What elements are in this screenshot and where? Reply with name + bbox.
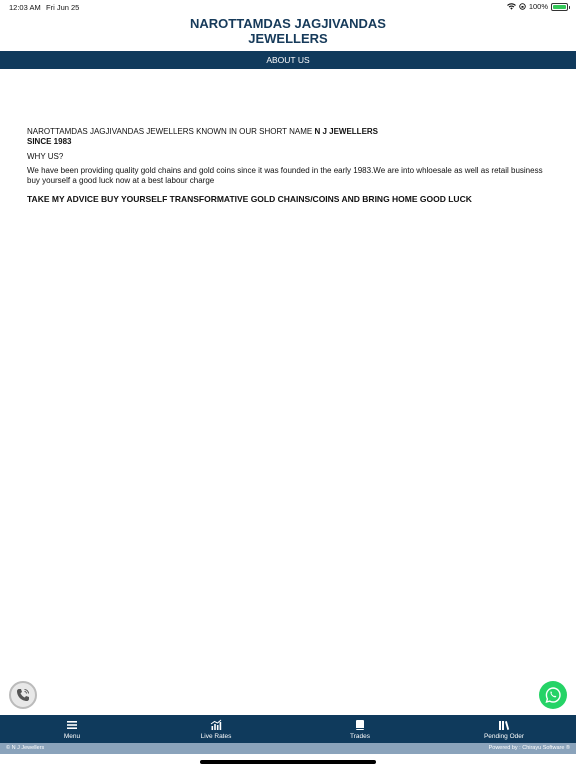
- status-indicators: 100%: [506, 2, 570, 11]
- status-time: 12:03 AM: [9, 3, 41, 12]
- battery-fill: [553, 4, 566, 9]
- status-bar: 12:03 AM Fri Jun 25 100%: [0, 0, 576, 14]
- phone-icon: [17, 689, 29, 701]
- footer: © N J Jewellers Powered by : Chirayu Sof…: [0, 743, 576, 754]
- nav-menu[interactable]: Menu: [0, 715, 144, 743]
- app-title-line1: NAROTTAMDAS JAGJIVANDAS: [190, 16, 386, 31]
- app-title-line2: JEWELLERS: [248, 31, 328, 46]
- home-indicator[interactable]: [200, 760, 376, 764]
- chart-icon: [210, 719, 222, 730]
- book-icon: [356, 719, 364, 730]
- page-header: ABOUT US: [0, 51, 576, 69]
- orientation-lock-icon: [519, 3, 526, 10]
- footer-powered-by[interactable]: Powered by : Chirayu Software ®: [489, 743, 570, 754]
- intro-prefix: NAROTTAMDAS JAGJIVANDAS JEWELLERS KNOWN …: [27, 127, 315, 136]
- status-date: Fri Jun 25: [46, 3, 80, 12]
- footer-copyright: © N J Jewellers: [6, 745, 45, 751]
- battery-percent: 100%: [528, 2, 548, 11]
- nav-live-rates[interactable]: Live Rates: [144, 715, 288, 743]
- app-title: NAROTTAMDAS JAGJIVANDAS JEWELLERS: [0, 16, 576, 46]
- call-button[interactable]: [9, 681, 37, 709]
- advice-text: TAKE MY ADVICE BUY YOURSELF TRANSFORMATI…: [27, 194, 472, 204]
- menu-icon: [67, 720, 77, 729]
- about-paragraph: We have been providing quality gold chai…: [27, 166, 543, 185]
- intro-short-name: N J JEWELLERS: [314, 127, 379, 136]
- library-icon: [499, 720, 510, 730]
- bottom-nav: Menu Live Rates Trades Pending Oder: [0, 715, 576, 743]
- nav-live-rates-label: Live Rates: [200, 732, 232, 740]
- battery-icon: [551, 2, 570, 11]
- nav-menu-label: Menu: [63, 732, 81, 740]
- since-text: SINCE 1983: [27, 137, 72, 146]
- nav-pending-oder[interactable]: Pending Oder: [432, 715, 576, 743]
- nav-trades[interactable]: Trades: [288, 715, 432, 743]
- whatsapp-icon: [545, 687, 561, 704]
- why-us-heading: WHY US?: [27, 152, 64, 161]
- about-content: NAROTTAMDAS JAGJIVANDAS JEWELLERS KNOWN …: [27, 127, 549, 204]
- nav-trades-label: Trades: [350, 732, 370, 740]
- whatsapp-button[interactable]: [539, 681, 567, 709]
- nav-pending-oder-label: Pending Oder: [483, 732, 525, 740]
- wifi-icon: [506, 3, 516, 10]
- intro-text: NAROTTAMDAS JAGJIVANDAS JEWELLERS KNOWN …: [27, 127, 549, 137]
